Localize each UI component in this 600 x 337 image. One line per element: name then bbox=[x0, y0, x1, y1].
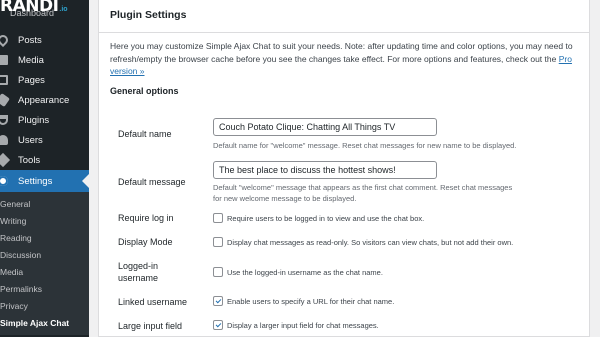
linked-username-label: Linked username bbox=[118, 297, 188, 307]
require-login-checkbox[interactable] bbox=[213, 213, 223, 223]
sidebar-item-appearance[interactable]: Appearance bbox=[0, 90, 89, 110]
sidebar-item-settings[interactable]: Settings bbox=[0, 170, 89, 192]
sidebar-item-label: Users bbox=[18, 134, 43, 146]
checkmark-icon bbox=[215, 297, 221, 303]
sidebar-item-tools[interactable]: Tools bbox=[0, 150, 89, 170]
panel-title: Plugin Settings bbox=[110, 9, 187, 21]
sidebar-item-posts[interactable]: Posts bbox=[0, 30, 89, 50]
submenu-item-simple-ajax-chat[interactable]: Simple Ajax Chat bbox=[0, 314, 89, 331]
media-icon bbox=[0, 55, 8, 65]
display-mode-desc: Display chat messages as read-only. So v… bbox=[227, 238, 514, 247]
sidebar-item-pages[interactable]: Pages bbox=[0, 70, 89, 90]
submenu-item-general[interactable]: General bbox=[0, 195, 89, 212]
large-input-label: Large input field bbox=[118, 321, 183, 331]
submenu-item-media[interactable]: Media bbox=[0, 263, 89, 280]
plugin-icon bbox=[0, 115, 8, 125]
admin-sidebar: RANDI .io Dashboard Posts Media Pages Ap… bbox=[0, 0, 89, 337]
settings-icon bbox=[0, 176, 8, 186]
sidebar-item-media[interactable]: Media bbox=[0, 50, 89, 70]
sidebar-item-label: Tools bbox=[18, 154, 41, 166]
checkmark-icon bbox=[215, 321, 221, 327]
require-login-label: Require log in bbox=[118, 213, 174, 223]
default-name-input[interactable] bbox=[213, 118, 437, 136]
linked-username-checkbox[interactable] bbox=[213, 296, 223, 306]
default-message-label: Default message bbox=[118, 177, 186, 187]
sidebar-item-label: Appearance bbox=[18, 94, 70, 106]
page-icon bbox=[0, 75, 8, 85]
large-input-checkbox[interactable] bbox=[213, 320, 223, 330]
brush-icon bbox=[0, 93, 10, 107]
submenu-item-reading[interactable]: Reading bbox=[0, 229, 89, 246]
default-message-desc: Default "welcome" message that appears a… bbox=[213, 183, 513, 203]
display-mode-label: Display Mode bbox=[118, 237, 173, 247]
large-input-desc: Display a larger input field for chat me… bbox=[227, 321, 379, 330]
sidebar-item-label: Settings bbox=[18, 175, 53, 187]
pin-icon bbox=[0, 32, 11, 48]
brand-suffix: .io bbox=[59, 6, 68, 13]
users-icon bbox=[0, 135, 8, 145]
logged-in-username-label: Logged-in username bbox=[118, 261, 159, 283]
settings-submenu: General Writing Reading Discussion Media… bbox=[0, 192, 89, 335]
sidebar-item-label: Media bbox=[18, 54, 44, 66]
intro-text: Here you may customize Simple Ajax Chat … bbox=[110, 40, 585, 78]
admin-menu: Posts Media Pages Appearance Plugins Use… bbox=[0, 30, 89, 335]
default-name-label: Default name bbox=[118, 129, 172, 139]
sidebar-item-label: Pages bbox=[18, 74, 45, 86]
intro-paragraph: Here you may customize Simple Ajax Chat … bbox=[110, 41, 573, 64]
sidebar-item-label: Plugins bbox=[18, 114, 50, 126]
sidebar-item-plugins[interactable]: Plugins bbox=[0, 110, 89, 130]
logged-in-username-desc: Use the logged-in username as the chat n… bbox=[227, 268, 383, 277]
section-title: General options bbox=[110, 86, 179, 96]
divider bbox=[99, 32, 589, 33]
default-name-desc: Default name for "welcome" message. Rese… bbox=[213, 141, 517, 150]
brand-logo: RANDI .io bbox=[0, 0, 68, 16]
submenu-item-permalinks[interactable]: Permalinks bbox=[0, 280, 89, 297]
sidebar-item-label: Posts bbox=[18, 34, 42, 46]
default-message-input[interactable] bbox=[213, 161, 437, 179]
require-login-desc: Require users to be logged in to view an… bbox=[227, 214, 425, 223]
linked-username-desc: Enable users to specify a URL for their … bbox=[227, 297, 395, 306]
submenu-item-discussion[interactable]: Discussion bbox=[0, 246, 89, 263]
submenu-item-privacy[interactable]: Privacy bbox=[0, 297, 89, 314]
display-mode-checkbox[interactable] bbox=[213, 237, 223, 247]
brand-name: RANDI bbox=[0, 0, 59, 16]
logged-in-username-checkbox[interactable] bbox=[213, 267, 223, 277]
plugin-settings-panel: Plugin Settings Here you may customize S… bbox=[98, 0, 590, 337]
sidebar-item-users[interactable]: Users bbox=[0, 130, 89, 150]
tools-icon bbox=[0, 152, 11, 168]
submenu-item-writing[interactable]: Writing bbox=[0, 212, 89, 229]
